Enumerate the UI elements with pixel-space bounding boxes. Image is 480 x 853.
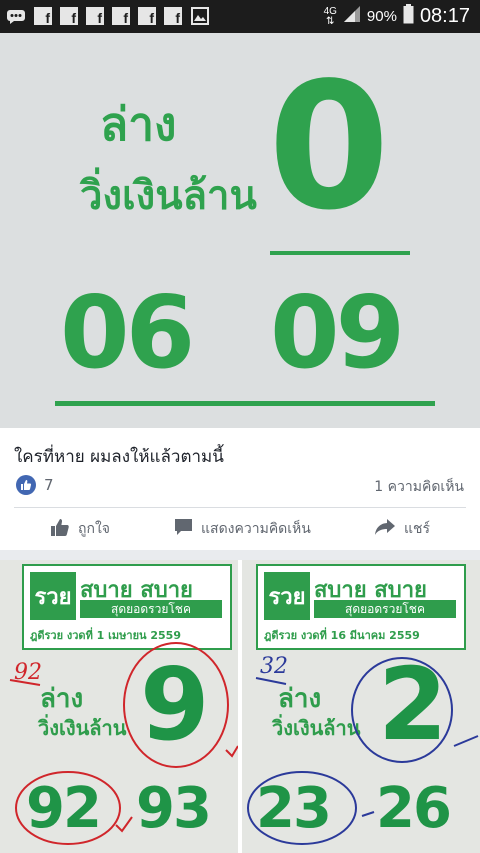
number-pair-1: 92 (26, 776, 102, 841)
share-label: แชร์ (404, 521, 431, 537)
label-lower: ล่าง (100, 97, 177, 151)
notification-icons: f f f f f f (6, 7, 210, 25)
number-pair-1: 23 (256, 776, 332, 841)
photo-tile[interactable]: รวย สบาย สบาย สุดยอดรวยโชค ฎดีรวย งวดที่… (242, 560, 480, 853)
share-button[interactable]: แชร์ (374, 518, 430, 540)
like-button[interactable]: ถูกใจ (50, 518, 110, 540)
image-icon (190, 7, 210, 25)
underline-digit (270, 251, 410, 255)
post-photo[interactable]: ล่าง วิ่งเงินล้าน 0 06 09 (0, 33, 480, 428)
reaction-summary[interactable]: 7 (16, 475, 54, 495)
like-label: ถูกใจ (78, 521, 110, 537)
facebook-icon: f (138, 7, 156, 25)
comment-button[interactable]: แสดงความคิดเห็น (174, 518, 311, 540)
comment-icon (174, 518, 193, 540)
facebook-icon: f (86, 7, 104, 25)
thumbs-up-icon (50, 518, 70, 540)
post-caption: ใครที่หาย ผมลงให้แล้วตามนี้ (14, 447, 224, 467)
battery-icon (403, 4, 414, 29)
facebook-icon: f (34, 7, 52, 25)
like-reaction-icon (16, 475, 36, 495)
clock: 08:17 (419, 5, 470, 27)
data-arrows-icon: ⇅ (326, 15, 335, 27)
number-pair-2: 09 (270, 274, 405, 391)
feed-gap (0, 550, 480, 560)
comment-label: แสดงความคิดเห็น (201, 521, 311, 537)
battery-percent: 90% (366, 8, 397, 25)
number-pair-1: 06 (60, 274, 195, 391)
share-icon (374, 518, 396, 540)
number-pair-2: 93 (136, 776, 212, 841)
photo-tile[interactable]: รวย สบาย สบาย สุดยอดรวยโชค ฎดีรวย งวดที่… (0, 560, 238, 853)
next-post-photo-grid: รวย สบาย สบาย สุดยอดรวยโชค ฎดีรวย งวดที่… (0, 560, 480, 853)
signal-icon (343, 5, 361, 28)
main-digit: 0 (268, 46, 390, 249)
facebook-icon: f (112, 7, 130, 25)
number-pair-2: 26 (376, 776, 452, 841)
facebook-icon: f (60, 7, 78, 25)
divider (14, 507, 466, 508)
status-bar: f f f f f f 4G ⇅ 90% 08:17 (0, 0, 480, 33)
underline-pairs (55, 401, 435, 406)
label-run-million: วิ่งเงินล้าน (80, 173, 257, 219)
network-indicator: 4G ⇅ (323, 5, 337, 27)
facebook-icon: f (164, 7, 182, 25)
like-count: 7 (44, 476, 54, 494)
network-type: 4G (323, 5, 337, 17)
comment-count[interactable]: 1 ความคิดเห็น (374, 476, 464, 498)
messages-icon (6, 7, 26, 25)
